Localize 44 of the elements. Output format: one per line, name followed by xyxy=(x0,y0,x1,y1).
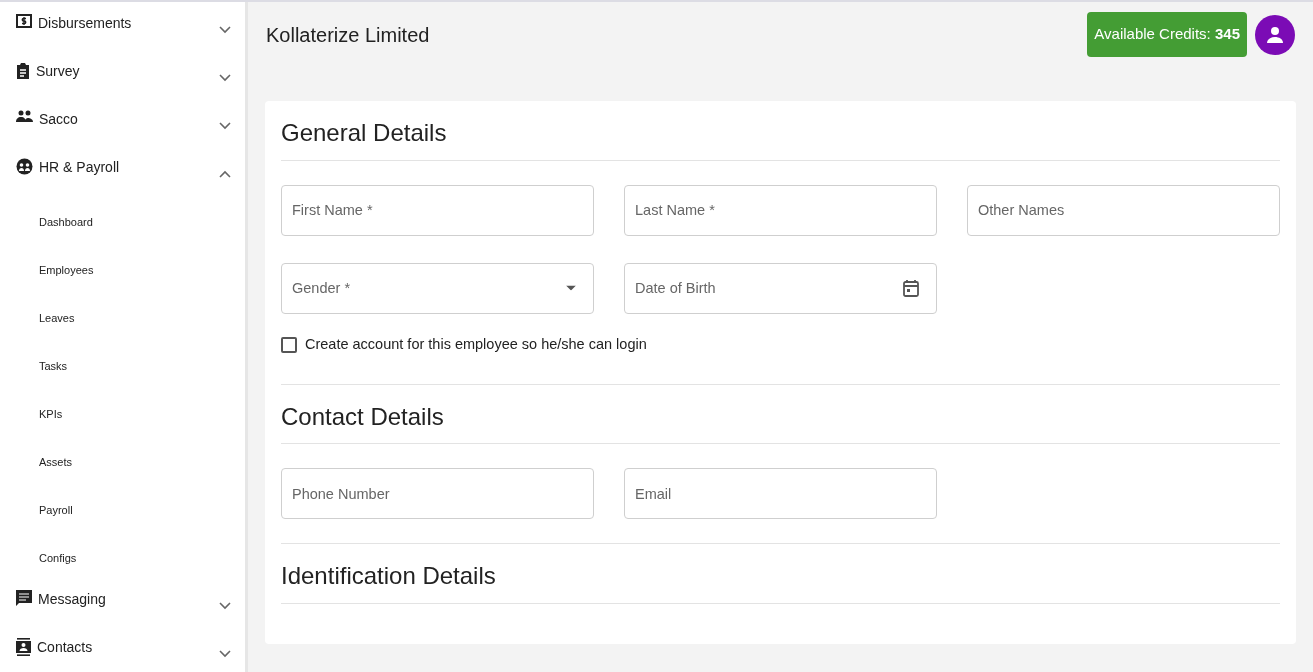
sidebar-group[interactable]: Disbursements xyxy=(0,4,245,52)
sidebar-group[interactable]: Messaging xyxy=(0,580,245,628)
dropdown-caret-icon xyxy=(566,285,576,291)
input-field[interactable]: Other Names xyxy=(967,184,1280,236)
sidebar-group[interactable]: Contacts xyxy=(0,628,245,672)
sidebar-item[interactable]: KPIs xyxy=(39,408,63,420)
chevron-up-icon xyxy=(219,170,231,178)
sidebar-item[interactable]: Tasks xyxy=(39,360,68,372)
date-field[interactable]: Date of Birth xyxy=(624,262,937,314)
checkbox-label: Create account for this employee so he/she can login xyxy=(305,334,647,354)
calendar-icon xyxy=(903,279,919,298)
input-field[interactable]: Phone Number xyxy=(281,468,594,520)
chevron-down-icon xyxy=(219,74,231,82)
sidebar-item[interactable]: Assets xyxy=(39,456,72,468)
avatar[interactable] xyxy=(1255,14,1295,55)
input-field[interactable]: Email xyxy=(624,468,937,520)
input-field[interactable]: Last Name * xyxy=(624,184,937,236)
sidebar-item[interactable]: Payroll xyxy=(39,504,73,516)
sidebar-group[interactable]: Survey xyxy=(0,52,245,100)
chevron-down-icon xyxy=(219,122,231,130)
company-name: Kollaterize Limited xyxy=(266,22,431,48)
section-title: Identification Details xyxy=(281,561,497,592)
person-icon xyxy=(1266,25,1284,44)
credits-badge: Available Credits: 345 xyxy=(1087,12,1247,57)
sidebar-item[interactable]: Dashboard xyxy=(39,216,93,228)
section-title: Contact Details xyxy=(281,401,445,432)
chat-icon xyxy=(16,590,32,607)
checkbox[interactable] xyxy=(281,336,297,353)
chevron-down-icon xyxy=(219,602,231,610)
section-title: General Details xyxy=(281,118,448,148)
input-field[interactable]: First Name * xyxy=(281,184,594,236)
chevron-down-icon xyxy=(219,650,231,658)
sidebar-item[interactable]: Configs xyxy=(39,552,77,564)
banknote-icon xyxy=(16,14,32,28)
clipboard-icon xyxy=(16,62,30,79)
people-icon xyxy=(16,110,33,122)
sidebar-item[interactable]: Leaves xyxy=(39,312,75,324)
select-field[interactable]: Gender * xyxy=(281,262,594,314)
group-circle-icon xyxy=(16,158,33,175)
sidebar-group[interactable]: HR & Payroll xyxy=(0,148,245,196)
sidebar-group[interactable]: Sacco xyxy=(0,100,245,148)
sidebar-item[interactable]: Employees xyxy=(39,264,94,276)
chevron-down-icon xyxy=(219,26,231,34)
contact-card-icon xyxy=(16,638,31,656)
